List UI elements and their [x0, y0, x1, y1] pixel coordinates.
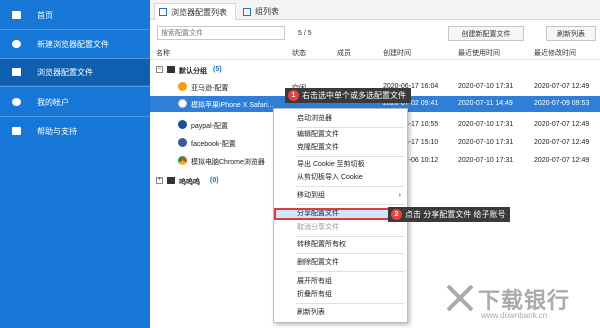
profile-used: 2020-07-10 17:31: [458, 121, 514, 128]
callout-text: 右击选中单个或多选配置文件: [302, 91, 406, 100]
sidebar: 首页 新建浏览器配置文件 浏览器配置文件 我的帐户 帮助与支持: [0, 0, 150, 328]
profile-modified: 2020-07-07 12:49: [534, 139, 590, 146]
menu-item-transfer-ownership[interactable]: 转移配置所有权: [274, 239, 407, 251]
sidebar-item-home[interactable]: 首页: [0, 2, 150, 28]
watermark-url: www.downbank.cn: [481, 311, 548, 320]
table-header: 名称 状态 成员 创建时间 最近使用时间 最近修改时间: [150, 46, 600, 60]
profile-name: 模拟电脑Chrome浏览器: [191, 159, 265, 166]
sidebar-item-label: 新建浏览器配置文件: [37, 39, 109, 49]
column-header[interactable]: 最近修改时间: [534, 48, 576, 58]
sidebar-item-label: 帮助与支持: [37, 126, 77, 136]
sidebar-divider: [0, 116, 150, 117]
profile-name: 模拟苹果iPhone X Safari...: [191, 102, 274, 109]
menu-item-edit-profile[interactable]: 编辑配置文件: [274, 129, 407, 141]
menu-divider: [296, 236, 404, 237]
tab-label: 组列表: [255, 7, 279, 16]
refresh-list-button[interactable]: 刷新列表: [546, 26, 596, 41]
help-icon: [12, 127, 21, 135]
profile-modified: 2020-07-09 09:53: [534, 100, 590, 107]
sidebar-divider: [0, 86, 150, 87]
sidebar-item-new-profile[interactable]: 新建浏览器配置文件: [0, 31, 150, 57]
group-icon: [167, 66, 175, 73]
user-icon: [12, 98, 21, 106]
column-header[interactable]: 创建时间: [383, 48, 411, 58]
apple-icon: [178, 99, 187, 108]
search-input[interactable]: [157, 26, 285, 40]
annotation-callout-1: 1 右击选中单个或多选配置文件: [285, 88, 411, 103]
column-header[interactable]: 最近使用时间: [458, 48, 500, 58]
step-badge: 1: [288, 90, 299, 101]
collapse-icon[interactable]: −: [156, 66, 163, 73]
profile-name: facebook-配置: [191, 141, 236, 148]
create-profile-button[interactable]: 创建新配置文件: [448, 26, 524, 41]
menu-item-unshare-profile[interactable]: 取消分享文件: [274, 222, 407, 234]
group-icon: [243, 7, 251, 16]
profile-modified: 2020-07-07 12:49: [534, 121, 590, 128]
column-header[interactable]: 状态: [292, 48, 306, 58]
profile-used: 2020-07-10 17:31: [458, 83, 514, 90]
expand-icon[interactable]: +: [156, 177, 163, 184]
menu-item-expand-all[interactable]: 展开所有组: [274, 276, 407, 288]
page-indicator: 5 / 5: [298, 30, 312, 37]
list-icon: [159, 8, 167, 16]
menu-item-import-cookie[interactable]: 从剪切板导入 Cookie: [274, 172, 407, 184]
step-badge: 2: [391, 209, 402, 220]
menu-divider: [296, 303, 404, 304]
column-header[interactable]: 成员: [337, 48, 351, 58]
profile-used: 2020-07-11 14:49: [458, 100, 513, 107]
menu-item-clone-profile[interactable]: 克隆配置文件: [274, 142, 407, 154]
profile-used: 2020-07-10 17:31: [458, 139, 514, 146]
paypal-icon: [178, 120, 187, 129]
menu-item-export-cookie[interactable]: 导出 Cookie 至剪切板: [274, 159, 407, 171]
group-row[interactable]: − 默认分组 (5): [150, 62, 600, 78]
group-name: 呜呜呜: [179, 179, 200, 186]
folder-icon: [12, 68, 21, 76]
callout-text: 点击 分享配置文件 给子账号: [405, 210, 506, 219]
tab-group-list[interactable]: 组列表: [239, 3, 289, 20]
sidebar-item-label: 浏览器配置文件: [37, 67, 93, 77]
chevron-right-icon: ›: [398, 192, 401, 199]
chrome-icon: [178, 156, 187, 165]
home-icon: [12, 11, 21, 19]
menu-item-launch-browser[interactable]: 启动浏览器: [274, 113, 407, 125]
profile-modified: 2020-07-07 12:49: [534, 157, 590, 164]
profile-name: 亚马逊-配置: [191, 85, 229, 92]
menu-divider: [296, 127, 404, 128]
sidebar-item-account[interactable]: 我的帐户: [0, 89, 150, 115]
menu-item-delete-profile[interactable]: 删除配置文件: [274, 257, 407, 269]
sidebar-item-label: 首页: [37, 10, 53, 20]
menu-item-move-to-group[interactable]: 移动到组 ›: [274, 190, 407, 202]
column-header[interactable]: 名称: [156, 48, 170, 58]
watermark: 下载银行 www.downbank.cn: [445, 283, 595, 323]
menu-divider: [296, 204, 404, 205]
annotation-callout-2: 2 点击 分享配置文件 给子账号: [388, 207, 511, 222]
group-icon: [167, 177, 175, 184]
group-name: 默认分组: [179, 68, 207, 75]
menu-divider: [296, 186, 404, 187]
menu-item-collapse-all[interactable]: 折叠所有组: [274, 289, 407, 301]
profile-name: paypal-配置: [191, 123, 228, 130]
facebook-icon: [178, 138, 187, 147]
menu-divider: [296, 253, 404, 254]
tab-profile-list[interactable]: 浏览器配置列表: [154, 3, 236, 20]
tab-bar: 浏览器配置列表 组列表: [150, 0, 600, 20]
sidebar-item-profiles[interactable]: 浏览器配置文件: [0, 59, 150, 85]
menu-item-refresh-list[interactable]: 刷新列表: [274, 307, 407, 319]
tab-label: 浏览器配置列表: [171, 7, 227, 17]
toolbar: 5 / 5 创建新配置文件 刷新列表: [150, 20, 600, 46]
watermark-logo-icon: [446, 284, 474, 312]
menu-divider: [296, 271, 404, 272]
menu-item-label: 移动到组: [297, 192, 325, 199]
plus-circle-icon: [12, 40, 21, 48]
sidebar-item-help[interactable]: 帮助与支持: [0, 118, 150, 144]
profile-used: 2020-07-10 17:31: [458, 157, 514, 164]
menu-divider: [296, 156, 404, 157]
sidebar-item-label: 我的帐户: [37, 97, 69, 107]
group-count: (0): [210, 177, 219, 184]
sidebar-divider: [0, 29, 150, 30]
group-count: (5): [213, 66, 222, 73]
amazon-icon: [178, 82, 187, 91]
profile-modified: 2020-07-07 12:49: [534, 83, 590, 90]
